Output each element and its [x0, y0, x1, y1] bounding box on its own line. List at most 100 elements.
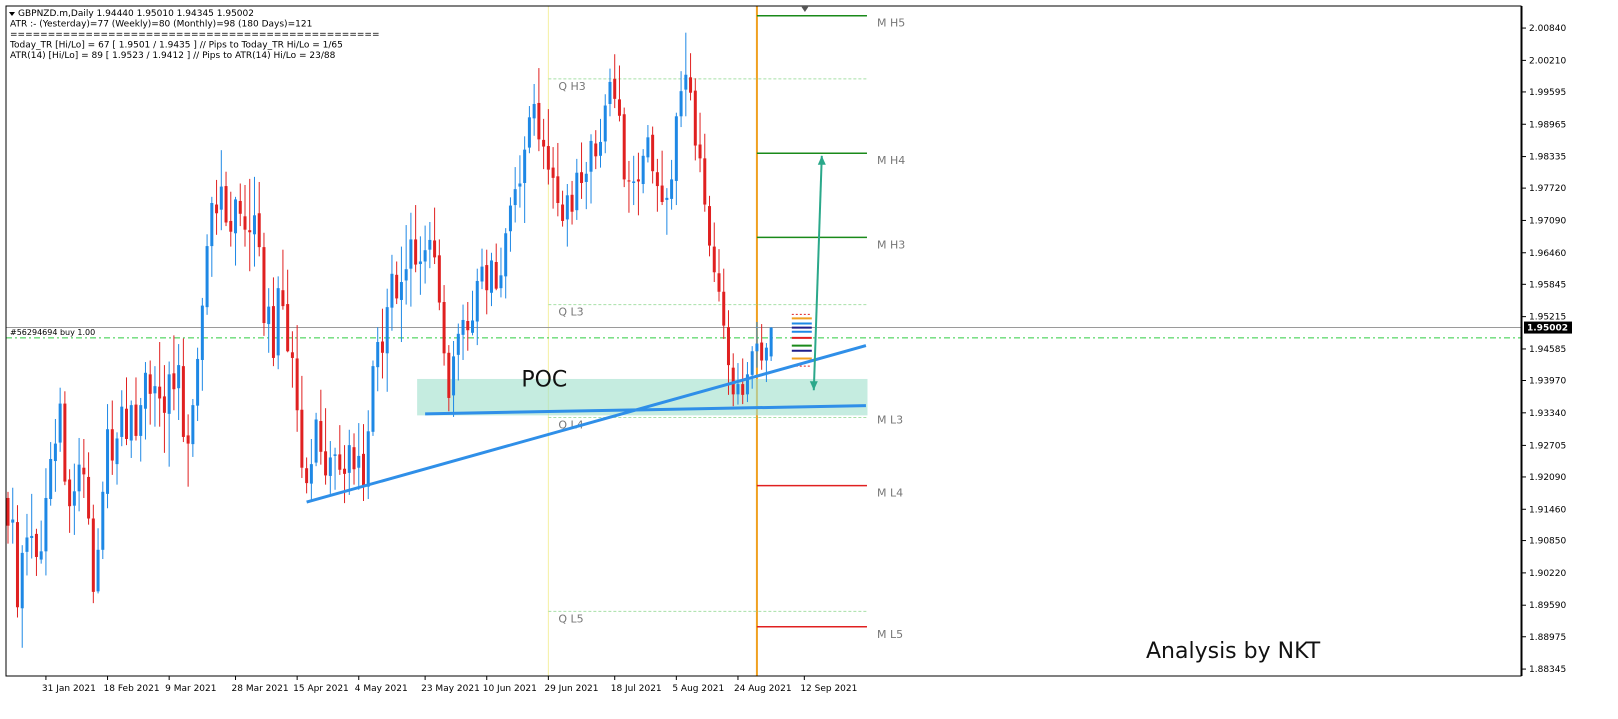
candle-body: [15, 522, 19, 608]
candle-body: [158, 386, 162, 399]
candle-body: [25, 537, 29, 552]
price-chart[interactable]: #56294694 buy 1.00 Q H3Q L3Q L4Q L5M H5M…: [0, 0, 1618, 719]
q-level-label: Q H3: [558, 80, 585, 93]
candle-body: [769, 327, 773, 357]
candle-body: [148, 374, 152, 394]
candle-body: [632, 181, 636, 183]
candle-body: [722, 291, 726, 326]
y-tick-label: 1.98335: [1529, 153, 1566, 163]
candle-body: [461, 319, 465, 335]
y-tick-label: 1.90850: [1529, 537, 1566, 547]
candle-body: [125, 408, 128, 439]
candle-body: [34, 533, 38, 557]
candle-body: [447, 352, 451, 398]
candle-body: [437, 255, 441, 303]
candle-body: [475, 280, 479, 322]
candle-body: [613, 78, 617, 99]
candle-body: [651, 134, 655, 172]
candle-body: [262, 247, 266, 324]
candle-body: [20, 552, 24, 609]
candle-body: [366, 431, 370, 487]
m-level-label: M H5: [877, 17, 905, 30]
candle-body: [58, 403, 62, 443]
candle-body: [617, 99, 621, 116]
candle-body: [584, 173, 588, 182]
candle-body: [646, 137, 650, 158]
info-line: GBPNZD.m,Daily 1.94440 1.95010 1.94345 1…: [18, 9, 254, 19]
y-tick-label: 1.89590: [1529, 601, 1566, 611]
candle-body: [660, 185, 664, 202]
y-tick-label: 1.97090: [1529, 216, 1566, 226]
candle-body: [674, 116, 678, 181]
info-line: ATR(14) [Hi/Lo] = 89 [ 1.9523 / 1.9412 ]…: [10, 51, 336, 61]
candle-body: [527, 117, 531, 148]
y-tick-label: 1.95845: [1529, 280, 1566, 290]
candle-body: [77, 464, 81, 492]
candle-body: [760, 342, 764, 361]
credit-label: Analysis by NKT: [1146, 639, 1321, 664]
candle-body: [72, 491, 76, 506]
candle-body: [423, 250, 427, 262]
candle-body: [186, 435, 190, 444]
candle-body: [395, 274, 399, 299]
candle-body: [101, 491, 105, 550]
q-level-label: Q L5: [558, 612, 583, 625]
candle-body: [409, 239, 413, 269]
candle-body: [276, 288, 280, 356]
candle-body: [433, 240, 437, 258]
candle-body: [390, 273, 394, 308]
candle-body: [556, 176, 560, 203]
x-tick-label: 10 Jun 2021: [483, 684, 537, 694]
candle-body: [736, 384, 740, 395]
candle-body: [44, 497, 48, 552]
candle-body: [143, 372, 147, 409]
candle-body: [314, 419, 318, 463]
candle-body: [670, 179, 674, 199]
candle-body: [442, 302, 446, 354]
candle-body: [215, 204, 219, 214]
y-tick-label: 2.00840: [1529, 24, 1566, 34]
candle-body: [452, 356, 456, 396]
candle-body: [205, 246, 209, 308]
x-tick-label: 12 Sep 2021: [800, 684, 857, 694]
m-level-label: M H4: [877, 154, 905, 167]
candle-body: [551, 167, 555, 178]
candle-body: [689, 77, 693, 93]
y-tick-label: 1.88975: [1529, 633, 1566, 643]
candle-body: [708, 206, 712, 246]
candle-body: [30, 535, 34, 538]
candle-body: [96, 549, 100, 592]
y-tick-label: 1.98965: [1529, 120, 1566, 130]
x-tick-label: 4 May 2021: [355, 684, 408, 694]
candle-body: [456, 333, 460, 355]
candle-body: [636, 179, 640, 182]
y-tick-label: 1.88345: [1529, 665, 1566, 675]
candle-body: [200, 305, 204, 360]
candle-body: [418, 261, 422, 265]
m-level-label: M L5: [877, 628, 903, 641]
candle-body: [404, 269, 408, 281]
y-tick-label: 2.00210: [1529, 56, 1566, 66]
x-tick-label: 18 Feb 2021: [104, 684, 160, 694]
y-tick-label: 1.94585: [1529, 345, 1566, 355]
candle-body: [741, 384, 745, 395]
candle-body: [523, 149, 527, 183]
candle-body: [120, 406, 124, 437]
candle-body: [698, 144, 702, 159]
candle-body: [466, 320, 470, 331]
candle-body: [499, 275, 503, 289]
candle-body: [63, 403, 67, 482]
x-tick-label: 23 May 2021: [421, 684, 480, 694]
candle-body: [234, 199, 238, 234]
y-tick-label: 1.91460: [1529, 505, 1566, 515]
x-tick-label: 29 Jun 2021: [544, 684, 598, 694]
candle-body: [343, 468, 347, 474]
candle-body: [110, 429, 114, 461]
candle-body: [471, 320, 475, 333]
candle-body: [210, 202, 214, 247]
candle-body: [82, 467, 86, 475]
candle-body: [712, 246, 716, 273]
candle-body: [6, 497, 10, 526]
candle-body: [49, 458, 53, 500]
candle-body: [537, 102, 541, 140]
